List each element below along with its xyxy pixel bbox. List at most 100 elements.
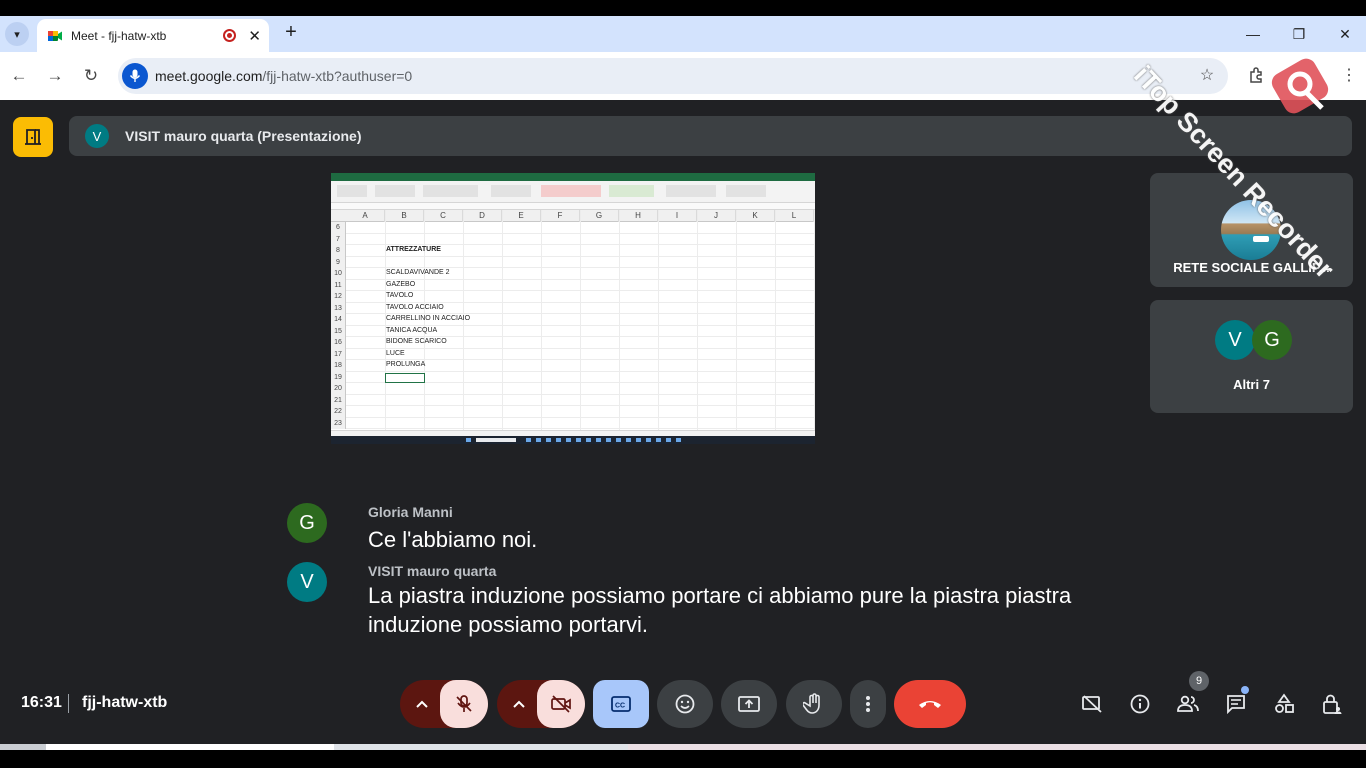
more-options-button[interactable] [850, 680, 886, 728]
excel-cell: PROLUNGA [386, 361, 426, 368]
caption-avatar: G [287, 503, 327, 543]
chevron-down-icon: ▾ [14, 28, 20, 41]
excel-column-header: I [658, 210, 697, 222]
excel-cell: TAVOLO [386, 292, 414, 299]
others-tile[interactable]: V G Altri 7 [1150, 300, 1353, 413]
shared-screen[interactable]: ABCDEFGHIJKL 6 7 8 ATTREZZATURE 9 10 SCALDAVIV… [331, 173, 815, 444]
excel-column-header: H [619, 210, 658, 222]
chat-icon [1227, 695, 1245, 715]
excel-row: 13 TAVOLO ACCIAIO [331, 302, 815, 314]
hand-icon [803, 693, 820, 714]
emoji-icon [675, 694, 695, 714]
excel-row-number: 21 [331, 394, 346, 406]
others-label: Altri 7 [1233, 377, 1270, 392]
excel-row-number: 15 [331, 325, 346, 337]
camera-off-icon [551, 695, 571, 713]
video-options-chevron-icon[interactable] [497, 680, 541, 728]
svg-text:CC: CC [615, 703, 625, 710]
url-text: meet.google.com/fjj-hatw-xtb?authuser=0 [155, 68, 412, 84]
camera-off-button[interactable] [537, 680, 585, 728]
presenter-banner: V VISIT mauro quarta (Presentazione) [69, 116, 1352, 156]
hang-up-icon [919, 701, 941, 708]
leave-call-button[interactable] [894, 680, 966, 728]
excel-column-header: D [463, 210, 502, 222]
mic-off-icon [456, 695, 472, 712]
menu-dots-icon[interactable]: ⋮ [1338, 64, 1360, 86]
host-controls-button[interactable] [1320, 692, 1344, 716]
chat-notification-dot [1241, 686, 1249, 694]
excel-column-header: B [385, 210, 424, 222]
closed-captions-icon: CC [611, 696, 631, 712]
excel-row-number: 6 [331, 222, 346, 234]
excel-row: 11 GAZEBO [331, 279, 815, 291]
captions-button[interactable]: CC [593, 680, 649, 728]
bookmark-star-icon[interactable]: ☆ [1196, 64, 1218, 86]
companion-mode-button[interactable] [1080, 692, 1104, 716]
excel-row: 23 [331, 417, 815, 429]
people-button[interactable] [1176, 692, 1200, 716]
camera-control [497, 680, 585, 728]
excel-column-header: J [697, 210, 736, 222]
tab-title: Meet - fjj-hatw-xtb [71, 28, 167, 43]
extensions-icon[interactable] [1246, 64, 1268, 86]
microphone-icon[interactable] [122, 63, 148, 89]
excel-row: 22 [331, 406, 815, 418]
excel-selected-cell[interactable] [385, 372, 425, 383]
excel-row-number: 22 [331, 406, 346, 418]
windows-taskbar [331, 436, 815, 444]
caption-speaker: VISIT mauro quarta [368, 563, 497, 579]
present-screen-icon [738, 696, 760, 712]
people-icon [1177, 695, 1199, 712]
excel-cell: TAVOLO ACCIAIO [386, 303, 444, 311]
reload-button[interactable]: ↻ [79, 64, 103, 88]
tab-search-button[interactable]: ▾ [5, 22, 29, 46]
raise-hand-button[interactable] [786, 680, 842, 728]
close-window-button[interactable]: ✕ [1323, 16, 1366, 52]
browser-tab[interactable]: Meet - fjj-hatw-xtb ✕ [37, 19, 269, 52]
audio-options-chevron-icon[interactable] [400, 680, 444, 728]
recording-icon [223, 29, 237, 42]
excel-row: 10 SCALDAVIVANDE 2 [331, 268, 815, 280]
address-bar[interactable]: meet.google.com/fjj-hatw-xtb?authuser=0 [118, 58, 1228, 94]
meet-stage: V VISIT mauro quarta (Presentazione) ABC… [0, 100, 1366, 744]
presenter-avatar: V [85, 124, 109, 148]
new-tab-button[interactable]: + [280, 20, 302, 44]
restore-button[interactable]: ❐ [1277, 16, 1321, 52]
excel-formula-bar [331, 203, 815, 210]
excel-row-number: 19 [331, 371, 346, 383]
meet-favicon-icon [47, 28, 63, 44]
screen: ▾ Meet - fjj-hatw-xtb ✕ + — ❐ ✕ ← → ↻ me… [0, 0, 1366, 768]
back-button[interactable]: ← [7, 64, 31, 88]
meeting-details-button[interactable] [1128, 692, 1152, 716]
excel-cell: GAZEBO [386, 280, 416, 288]
excel-cell: ATTREZZATURE [386, 246, 441, 253]
excel-row-number: 23 [331, 417, 346, 429]
excel-column-header: K [736, 210, 775, 222]
shapes-icon [1275, 693, 1294, 713]
excel-row-number: 17 [331, 348, 346, 360]
excel-cell: SCALDAVIVANDE 2 [386, 269, 450, 276]
excel-row-number: 14 [331, 314, 346, 326]
meeting-code: fjj-hatw-xtb [82, 694, 168, 711]
present-button[interactable] [721, 680, 777, 728]
excel-row-number: 12 [331, 291, 346, 303]
reactions-button[interactable] [657, 680, 713, 728]
excel-row-number: 20 [331, 383, 346, 395]
excel-row: 18 PROLUNGA [331, 360, 815, 372]
meeting-time: 16:31 [21, 694, 62, 711]
presenter-label: VISIT mauro quarta (Presentazione) [125, 128, 362, 144]
activities-button[interactable] [1272, 692, 1296, 716]
excel-row-number: 18 [331, 360, 346, 372]
excel-row: 8 ATTREZZATURE [331, 245, 815, 257]
screen-off-icon [1082, 695, 1102, 713]
caption-text: La piastra induzione possiamo portare ci… [368, 583, 1072, 637]
minimize-button[interactable]: — [1231, 16, 1275, 52]
info-icon [1130, 694, 1150, 714]
exit-presentation-button[interactable] [13, 117, 53, 157]
forward-button[interactable]: → [43, 64, 67, 88]
close-tab-icon[interactable]: ✕ [248, 27, 261, 45]
excel-row-number: 7 [331, 233, 346, 245]
mic-off-button[interactable] [440, 680, 488, 728]
chat-button[interactable] [1224, 692, 1248, 716]
excel-cell: CARRELLINO IN ACCIAIO [386, 315, 471, 322]
